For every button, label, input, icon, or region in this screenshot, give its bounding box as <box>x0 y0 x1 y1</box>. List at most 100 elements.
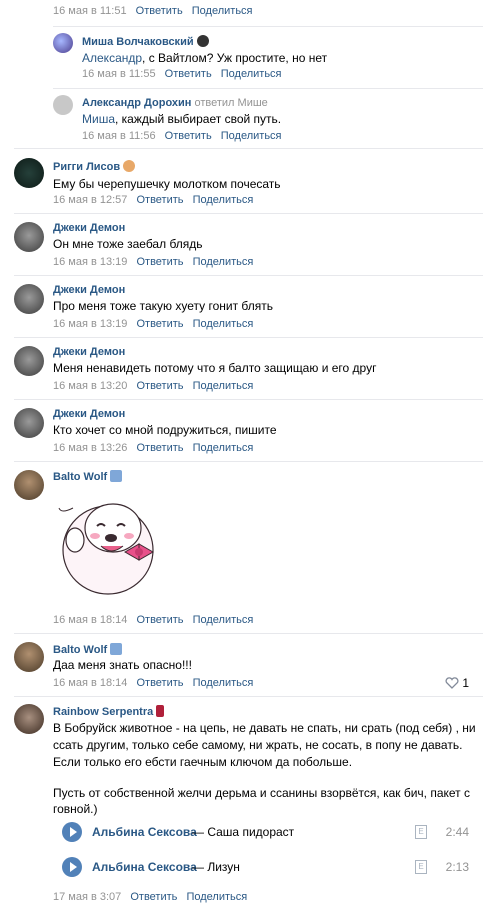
sticker-image[interactable] <box>53 490 168 602</box>
comment-text: Кто хочет со мной подружиться, пишите <box>53 423 277 437</box>
share-link[interactable]: Поделиться <box>193 256 254 268</box>
share-link[interactable]: Поделиться <box>221 68 282 80</box>
comment-meta: 16 мая в 11:51 Ответить Поделиться <box>53 5 253 17</box>
comment-meta: 17 мая в 3:07 Ответить Поделиться <box>53 891 247 903</box>
comment-text: Про меня тоже такую хуету гонит блять <box>53 299 274 313</box>
divider <box>14 399 483 400</box>
play-icon[interactable] <box>62 822 82 842</box>
avatar[interactable] <box>14 158 44 188</box>
comment-date[interactable]: 16 мая в 13:20 <box>53 380 127 392</box>
comment-meta: 16 мая в 13:19 Ответить Поделиться <box>53 256 253 268</box>
comment-meta: 16 мая в 11:55 Ответить Поделиться <box>82 68 282 80</box>
avatar[interactable] <box>14 284 44 314</box>
reply-link[interactable]: Ответить <box>136 318 183 330</box>
share-link[interactable]: Поделиться <box>221 130 282 142</box>
comment-text-line: Если только его ебсти гаечным ключом да … <box>53 755 353 769</box>
divider <box>14 213 483 214</box>
share-link[interactable]: Поделиться <box>193 318 254 330</box>
divider <box>53 88 483 89</box>
reply-link[interactable]: Ответить <box>136 614 183 626</box>
face-icon <box>123 160 136 172</box>
reply-link[interactable]: Ответить <box>165 130 212 142</box>
bomb-icon <box>196 35 209 47</box>
audio-track[interactable]: Альбина Сексова — Лизун E 2:13 <box>60 855 469 881</box>
comment-date[interactable]: 16 мая в 13:19 <box>53 256 127 268</box>
comment-author[interactable]: Александр Дорохин ответил Мише <box>82 97 268 109</box>
share-link[interactable]: Поделиться <box>193 677 254 689</box>
avatar[interactable] <box>14 346 44 376</box>
comment-date[interactable]: 16 мая в 13:19 <box>53 318 127 330</box>
comment-author[interactable]: Миша Волчаковский <box>82 35 209 48</box>
comment-date[interactable]: 16 мая в 12:57 <box>53 194 127 206</box>
comment-text: Миша, каждый выбирает свой путь. <box>82 112 282 126</box>
divider <box>14 337 483 338</box>
heart-icon <box>445 677 459 689</box>
mention-link[interactable]: Александр <box>82 51 142 65</box>
comment-date[interactable]: 16 мая в 18:14 <box>53 614 127 626</box>
reply-link[interactable]: Ответить <box>165 68 212 80</box>
comment-author[interactable]: Ригги Лисов <box>53 160 136 173</box>
reply-link[interactable]: Ответить <box>136 256 183 268</box>
audio-duration: 2:44 <box>445 825 469 839</box>
comment-text-line: говной.) <box>53 802 98 816</box>
reply-link[interactable]: Ответить <box>130 891 177 903</box>
reply-link[interactable]: Ответить <box>136 677 183 689</box>
reply-link[interactable]: Ответить <box>136 380 183 392</box>
mention-link[interactable]: Миша <box>82 112 115 126</box>
comment-meta: 16 мая в 18:14 Ответить Поделиться <box>53 614 253 626</box>
avatar[interactable] <box>14 222 44 252</box>
avatar[interactable] <box>53 33 73 53</box>
share-link[interactable]: Поделиться <box>193 194 254 206</box>
comment-text-line: Пусть от собственной желчи дерьма и ссан… <box>53 786 471 800</box>
reply-link[interactable]: Ответить <box>136 194 183 206</box>
like-button[interactable]: 1 <box>445 676 469 690</box>
comment-text: Он мне тоже заебал блядь <box>53 237 203 251</box>
avatar[interactable] <box>14 408 44 438</box>
comment-date[interactable]: 17 мая в 3:07 <box>53 891 121 903</box>
comment-author[interactable]: Balto Wolf <box>53 470 123 483</box>
reply-link[interactable]: Ответить <box>136 5 183 17</box>
comment-date[interactable]: 16 мая в 11:56 <box>82 130 156 142</box>
divider <box>14 696 483 697</box>
wine-glass-icon <box>156 705 165 717</box>
share-link[interactable]: Поделиться <box>192 5 253 17</box>
comment-author[interactable]: Джеки Демон <box>53 284 125 296</box>
comment-date[interactable]: 16 мая в 13:26 <box>53 442 127 454</box>
lyrics-icon[interactable]: E <box>415 825 427 839</box>
comment-date[interactable]: 16 мая в 11:51 <box>53 5 127 17</box>
avatar[interactable] <box>14 470 44 500</box>
comment-date[interactable]: 16 мая в 11:55 <box>82 68 156 80</box>
audio-track[interactable]: Альбина Сексова — Саша пидораст E 2:44 <box>60 820 469 846</box>
comment-text-line: В Бобруйск животное - на цепь, не давать… <box>53 721 476 735</box>
replied-to[interactable]: ответил Мише <box>194 97 267 109</box>
comment-author[interactable]: Джеки Демон <box>53 408 125 420</box>
divider <box>14 461 483 462</box>
lyrics-icon[interactable]: E <box>415 860 427 874</box>
wolf-icon <box>110 470 123 482</box>
comment-author[interactable]: Rainbow Serpentra <box>53 705 165 718</box>
avatar[interactable] <box>53 95 73 115</box>
comment-author[interactable]: Balto Wolf <box>53 643 123 656</box>
comment-meta: 16 мая в 13:19 Ответить Поделиться <box>53 318 253 330</box>
comments-thread: 16 мая в 11:51 Ответить Поделиться Миша … <box>0 0 483 911</box>
audio-title: — Саша пидораст <box>192 825 295 839</box>
comment-author[interactable]: Джеки Демон <box>53 222 125 234</box>
avatar[interactable] <box>14 642 44 672</box>
play-icon[interactable] <box>62 857 82 877</box>
comment-author[interactable]: Джеки Демон <box>53 346 125 358</box>
like-count: 1 <box>462 676 469 690</box>
share-link[interactable]: Поделиться <box>193 442 254 454</box>
share-link[interactable]: Поделиться <box>186 891 247 903</box>
comment-date[interactable]: 16 мая в 18:14 <box>53 677 127 689</box>
avatar[interactable] <box>14 704 44 734</box>
reply-link[interactable]: Ответить <box>136 442 183 454</box>
audio-artist[interactable]: Альбина Сексова <box>92 825 197 839</box>
comment-meta: 16 мая в 11:56 Ответить Поделиться <box>82 130 282 142</box>
comment-text: Меня ненавидеть потому что я балто защищ… <box>53 361 377 375</box>
divider <box>14 148 483 149</box>
comment-text: Даа меня знать опасно!!! <box>53 658 192 672</box>
share-link[interactable]: Поделиться <box>193 380 254 392</box>
divider <box>14 633 483 634</box>
audio-artist[interactable]: Альбина Сексова <box>92 860 197 874</box>
share-link[interactable]: Поделиться <box>193 614 254 626</box>
